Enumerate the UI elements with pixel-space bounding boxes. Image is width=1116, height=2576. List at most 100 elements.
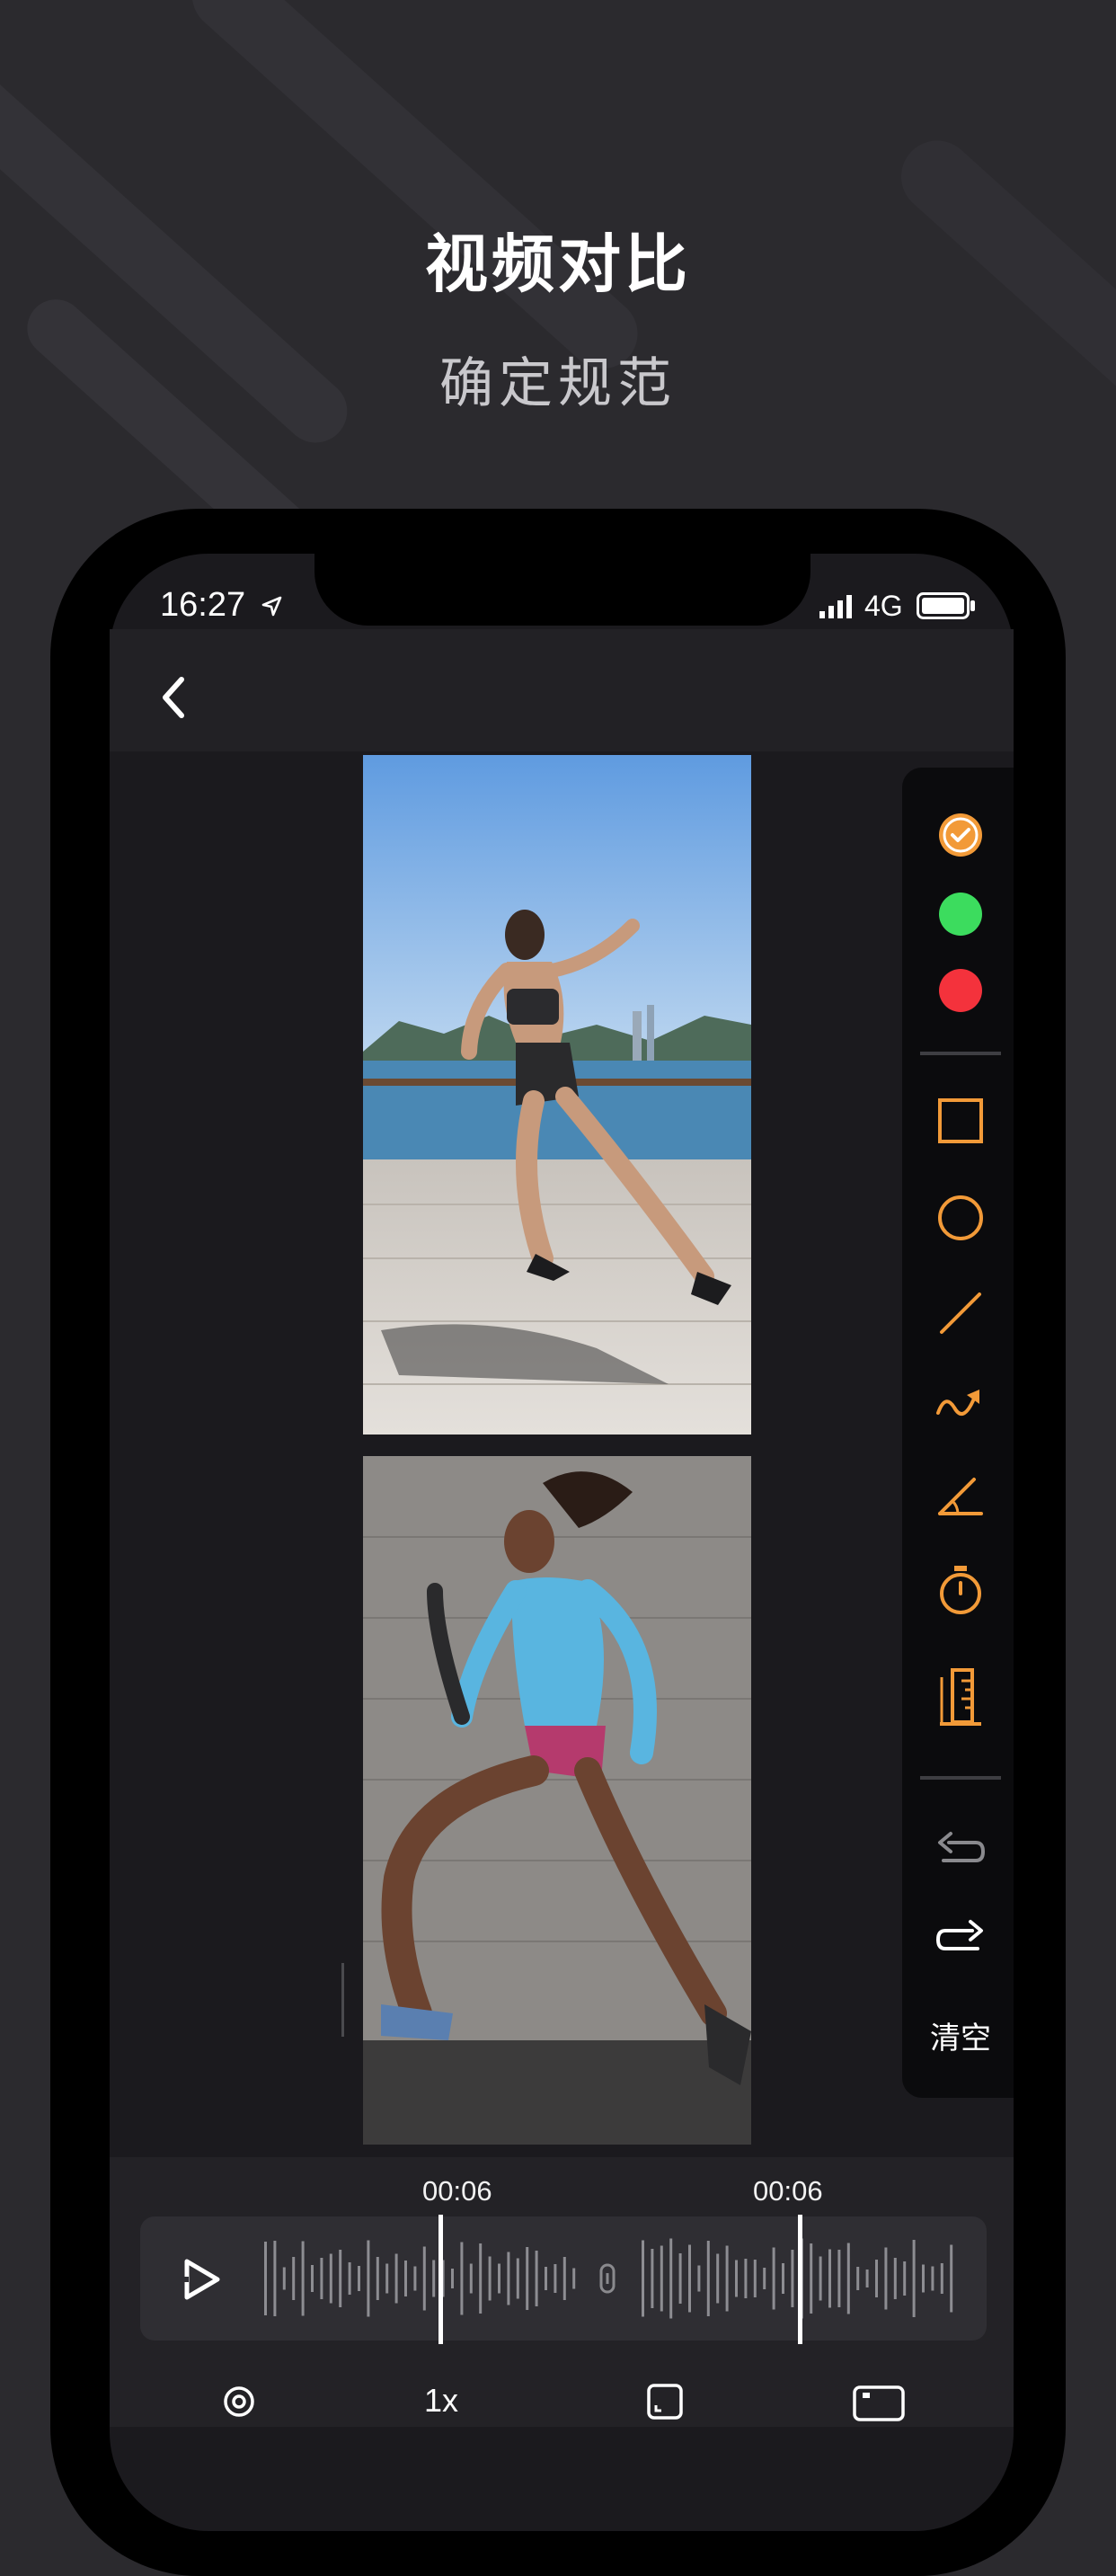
playhead-right[interactable] (798, 2215, 802, 2344)
waveform-bar (451, 2269, 454, 2288)
left-timestamp: 00:06 (422, 2175, 492, 2207)
waveform-bar (875, 2260, 878, 2297)
scrub-indicator (341, 1963, 344, 2037)
navigation-bar (110, 629, 1014, 751)
waveform-bar (273, 2241, 277, 2316)
signal-icon (819, 595, 852, 618)
waveform-bar (791, 2250, 794, 2307)
waveform-bar (339, 2250, 342, 2307)
waveform-bar (385, 2263, 389, 2294)
color-orange-selected-icon[interactable] (934, 809, 987, 861)
waveform-bar (292, 2257, 296, 2300)
color-red-icon[interactable] (934, 964, 987, 1017)
waveform-bar (931, 2266, 934, 2291)
waveform-bar (782, 2263, 784, 2294)
waveform-bar (660, 2245, 663, 2312)
right-timestamp: 00:06 (753, 2175, 823, 2207)
waveform-bar (394, 2253, 398, 2304)
waveform-bar (264, 2242, 267, 2315)
waveform-bar (940, 2263, 943, 2294)
waveform-bar (772, 2247, 775, 2310)
phone-notch (314, 548, 810, 626)
waveform-bar (642, 2240, 644, 2317)
waveform-bar (367, 2240, 370, 2317)
line-icon[interactable] (934, 1287, 987, 1339)
waveform-bar (320, 2258, 323, 2299)
waveform-bar (498, 2263, 500, 2294)
waveform-bar (678, 2253, 682, 2304)
waveform-bar (903, 2261, 907, 2296)
waveform-bar (716, 2253, 720, 2304)
waveform-bar (507, 2252, 510, 2305)
waveform-bar (837, 2250, 841, 2307)
ruler-icon[interactable] (934, 1668, 987, 1726)
waveform-bar (884, 2247, 888, 2310)
waveform-bar (706, 2241, 710, 2316)
waveform-bar (697, 2265, 701, 2292)
waveform-bar (846, 2243, 850, 2314)
waveform-bar (763, 2268, 766, 2289)
waveform-bar (554, 2264, 557, 2293)
network-label: 4G (864, 590, 903, 622)
waveform-bar (856, 2267, 860, 2290)
location-arrow-icon (261, 596, 281, 617)
battery-icon (917, 592, 975, 619)
status-time: 16:27 (160, 586, 284, 625)
back-arrow-icon[interactable] (151, 671, 196, 724)
waveform-bar (413, 2266, 417, 2291)
waveform-bar (516, 2258, 519, 2299)
sprinter-photo (363, 1456, 751, 2145)
camera-icon[interactable] (852, 2382, 906, 2421)
running-woman-photo (363, 755, 751, 1435)
waveform-bar (651, 2249, 654, 2308)
waveform-bar (950, 2244, 953, 2313)
stopwatch-icon[interactable] (934, 1564, 987, 1616)
waveform-bar (301, 2241, 305, 2316)
speed-button[interactable]: 1x (424, 2382, 458, 2420)
waveform-bar (469, 2263, 473, 2294)
waveform-bar (735, 2260, 738, 2297)
waveform-bar (828, 2249, 831, 2308)
status-time-text: 16:27 (160, 586, 246, 624)
fullscreen-icon[interactable] (645, 2382, 685, 2421)
waveform-bar (422, 2246, 426, 2311)
rectangle-icon[interactable] (934, 1095, 987, 1147)
redo-icon[interactable] (934, 1913, 987, 1965)
waveform-bar (348, 2262, 351, 2295)
waveform-bar (311, 2265, 314, 2292)
waveform-bar (725, 2245, 729, 2312)
undo-icon[interactable] (934, 1825, 987, 1877)
waveform-bar (819, 2256, 822, 2301)
waveform-bar (753, 2260, 757, 2297)
waveform-bar (282, 2267, 286, 2290)
waveform-bar (865, 2270, 869, 2287)
play-icon[interactable] (178, 2256, 225, 2303)
waveform-bar (669, 2238, 673, 2319)
video-frame-top[interactable] (363, 755, 751, 1435)
waveform-bar (572, 2268, 576, 2289)
waveform-bar (545, 2267, 547, 2290)
waveform-bar (432, 2260, 436, 2297)
video-frame-bottom[interactable] (363, 1456, 751, 2145)
link-icon[interactable] (595, 2262, 620, 2295)
waveform-bar (562, 2257, 566, 2300)
circle-icon[interactable] (934, 1192, 987, 1244)
clear-button[interactable]: 清空 (908, 2013, 1014, 2057)
waveform-bar (688, 2244, 691, 2313)
color-green-icon[interactable] (934, 888, 987, 940)
settings-icon[interactable] (219, 2382, 259, 2421)
waveform-bar (358, 2266, 360, 2291)
playhead-left[interactable] (438, 2215, 443, 2344)
waveform-bar (922, 2264, 925, 2293)
waveform-left[interactable] (261, 2229, 584, 2328)
toolbar-divider (920, 1776, 1001, 1780)
angle-icon[interactable] (934, 1469, 987, 1521)
waveform-bar (526, 2247, 529, 2310)
curve-arrow-icon[interactable] (934, 1377, 987, 1429)
waveform-bar (479, 2243, 483, 2314)
waveform-bar (810, 2243, 813, 2314)
hero-subtitle: 确定规范 (439, 352, 677, 415)
waveform-bar (893, 2258, 897, 2299)
waveform-bar (744, 2259, 748, 2298)
waveform-bar (912, 2240, 916, 2317)
